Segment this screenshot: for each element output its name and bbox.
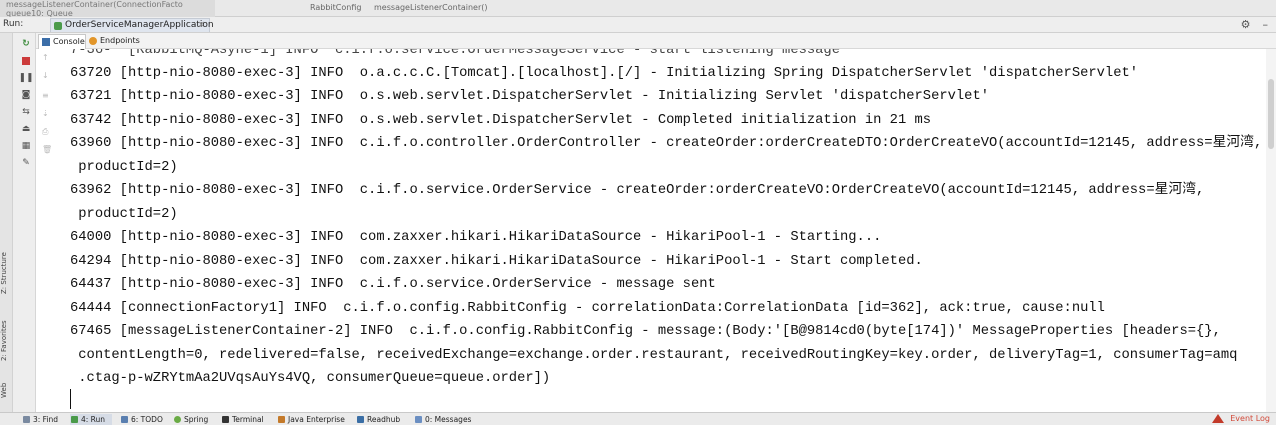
spring-label: Spring <box>184 415 209 424</box>
exit-icon[interactable]: ⏏ <box>20 123 32 135</box>
print-icon[interactable]: ⎙ <box>42 127 48 137</box>
console-line: 64294 [http-nio-8080-exec-3] INFO com.za… <box>70 254 923 269</box>
rerun-icon[interactable]: ↻ <box>20 38 32 50</box>
readhub-tool-button[interactable]: Readhub <box>356 414 400 425</box>
web-tool-button[interactable]: Web <box>0 376 13 404</box>
run-header-actions: ⚙ – <box>1241 18 1268 31</box>
breadcrumb: RabbitConfig messageListenerContainer() <box>310 3 498 12</box>
tool-window-bar: 3: Find 4: Run 6: TODO Spring Terminal J… <box>0 412 1276 425</box>
run-toolbar: Z: Structure 2: Favorites Web ↻ ❚❚ ◙ ⇆ ⏏… <box>0 33 36 412</box>
ghost-tab-1[interactable]: messageListenerContainer(ConnectionFacto <box>6 0 215 9</box>
console-scrollbar[interactable] <box>1266 49 1276 412</box>
terminal-label: Terminal <box>232 415 264 424</box>
tab-endpoints-label: Endpoints <box>100 36 140 45</box>
todo-tool-button[interactable]: 6: TODO <box>120 414 163 425</box>
messages-icon <box>415 416 422 423</box>
run-panel-header: Run: OrderServiceManagerApplication × ⚙ … <box>0 17 1276 33</box>
scroll-to-end-icon[interactable]: ⇣ <box>42 109 49 118</box>
console-line: 64000 [http-nio-8080-exec-3] INFO com.za… <box>70 230 882 245</box>
console-line-partial: 7-36- [RabbitMQ-Asyne-1] INFO c.i.f.o.se… <box>70 49 840 58</box>
tab-console[interactable]: Console <box>38 34 86 49</box>
breadcrumb-method[interactable]: messageListenerContainer() <box>374 3 487 12</box>
terminal-tool-button[interactable]: Terminal <box>221 414 264 425</box>
pause-icon[interactable]: ❚❚ <box>18 72 33 84</box>
run-config-tab[interactable]: OrderServiceManagerApplication × <box>50 18 214 32</box>
run-config-title: OrderServiceManagerApplication <box>65 20 214 30</box>
soft-wrap-icon[interactable]: ≡ <box>42 91 49 100</box>
console-line: 63721 [http-nio-8080-exec-3] INFO o.s.we… <box>70 89 990 104</box>
spring-tool-button[interactable]: Spring <box>173 414 208 425</box>
spring-icon <box>174 416 181 423</box>
console-line-continuation: .ctag-p-wZRYtmAa2UVqsAuYs4VQ, consumerQu… <box>70 371 551 386</box>
pin-icon[interactable]: ✎ <box>20 157 32 169</box>
console-gutter: ↑ ↓ ≡ ⇣ ⎙ 🗑 <box>36 49 56 412</box>
camera-icon[interactable]: ◙ <box>20 89 32 101</box>
console-line: 63960 [http-nio-8080-exec-3] INFO c.i.f.… <box>70 136 1263 151</box>
java-enterprise-tool-button[interactable]: Java Enterprise <box>277 414 345 425</box>
close-icon[interactable]: × <box>197 19 205 32</box>
text-caret <box>70 389 71 409</box>
console-line: 63962 [http-nio-8080-exec-3] INFO c.i.f.… <box>70 183 1205 198</box>
gear-icon[interactable]: ⚙ <box>1241 18 1251 31</box>
scrollbar-thumb[interactable] <box>1268 79 1274 149</box>
run-actions: ↻ ❚❚ ◙ ⇆ ⏏ ▦ ✎ <box>18 33 33 169</box>
ghost-tab-2[interactable]: queue10: Queue <box>6 9 215 17</box>
minimize-icon[interactable]: – <box>1263 18 1269 31</box>
trash-icon[interactable]: 🗑 <box>42 145 52 154</box>
endpoints-icon <box>89 37 97 45</box>
tab-endpoints[interactable]: Endpoints <box>86 34 140 49</box>
scroll-up-icon[interactable]: ↑ <box>42 53 49 62</box>
console-line: 64437 [http-nio-8080-exec-3] INFO c.i.f.… <box>70 277 716 292</box>
readhub-label: Readhub <box>367 415 401 424</box>
console-line-continuation: productId=2) <box>70 160 178 175</box>
console-line: 64444 [connectionFactory1] INFO c.i.f.o.… <box>70 301 1105 316</box>
restore-layout-icon[interactable]: ⇆ <box>20 106 32 118</box>
console-line-continuation: contentLength=0, redelivered=false, rece… <box>70 348 1238 363</box>
run-tool-button[interactable]: 4: Run <box>70 414 112 425</box>
find-label: 3: Find <box>33 415 59 424</box>
event-log-button[interactable]: Event Log <box>1211 413 1270 425</box>
find-tool-button[interactable]: 3: Find <box>22 414 58 425</box>
breadcrumb-class[interactable]: RabbitConfig <box>310 3 361 12</box>
tab-console-label: Console <box>53 37 85 46</box>
java-enterprise-label: Java Enterprise <box>288 415 345 424</box>
editor-tab-strip: messageListenerContainer(ConnectionFacto… <box>0 0 1276 17</box>
messages-tool-button[interactable]: 0: Messages <box>414 414 471 425</box>
run-icon <box>71 416 78 423</box>
todo-icon <box>121 416 128 423</box>
terminal-icon <box>222 416 229 423</box>
editor-ghost-tabs: messageListenerContainer(ConnectionFacto… <box>0 0 215 17</box>
messages-label: 0: Messages <box>425 415 472 424</box>
favorites-tool-button[interactable]: 2: Favorites <box>0 308 13 373</box>
tool-window-stripe: Z: Structure 2: Favorites Web <box>0 33 13 412</box>
console-icon <box>42 38 50 46</box>
run-subtabs: Console Endpoints <box>36 33 1276 49</box>
console-line: 63720 [http-nio-8080-exec-3] INFO o.a.c.… <box>70 66 1139 81</box>
spring-app-icon <box>54 22 62 30</box>
console-output[interactable]: 7-36- [RabbitMQ-Asyne-1] INFO c.i.f.o.se… <box>56 49 1266 412</box>
console-line: 63742 [http-nio-8080-exec-3] INFO o.s.we… <box>70 113 932 128</box>
scroll-down-icon[interactable]: ↓ <box>42 71 49 80</box>
event-log-label: Event Log <box>1230 414 1270 423</box>
readhub-icon <box>357 416 364 423</box>
run-label-bottom: 4: Run <box>81 415 106 424</box>
console-line: 67465 [messageListenerContainer-2] INFO … <box>70 324 1221 339</box>
modules-icon[interactable]: ▦ <box>20 140 32 152</box>
logo-icon <box>1211 414 1224 423</box>
stop-icon[interactable] <box>20 55 32 67</box>
console-line-continuation: productId=2) <box>70 207 178 222</box>
structure-tool-button[interactable]: Z: Structure <box>0 243 13 303</box>
search-icon <box>23 416 30 423</box>
run-label: Run: <box>3 19 24 29</box>
java-enterprise-icon <box>278 416 285 423</box>
todo-label: 6: TODO <box>131 415 163 424</box>
